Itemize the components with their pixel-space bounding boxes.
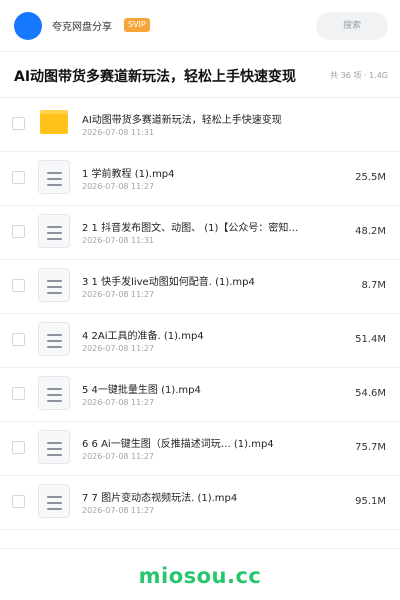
folder-icon — [40, 110, 68, 134]
row-checkbox[interactable] — [12, 333, 25, 346]
file-date: 2026-07-08 11:27 — [82, 290, 155, 299]
document-icon — [38, 268, 70, 302]
file-date: 2026-07-08 11:27 — [82, 344, 155, 353]
file-name[interactable]: AI动图带货多赛道新玩法，轻松上手快速变现 — [82, 111, 322, 126]
file-name[interactable]: 5 4一键批量生图 (1).mp4 — [82, 381, 322, 396]
file-size: 75.7M — [355, 442, 386, 453]
user-avatar[interactable] — [14, 12, 42, 40]
divider — [0, 548, 400, 549]
search-input[interactable]: 搜索 — [316, 12, 388, 40]
file-name[interactable]: 6 6 Ai一键生图（反推描述词玩… (1).mp4 — [82, 435, 322, 450]
row-checkbox[interactable] — [12, 279, 25, 292]
file-list: AI动图带货多赛道新玩法，轻松上手快速变现 2026-07-08 11:31 1 学… — [0, 98, 400, 530]
file-row[interactable]: 7 7 图片变动态视频玩法. (1).mp4 2026-07-08 11:27 95… — [0, 476, 400, 530]
file-row[interactable]: 6 6 Ai一键生图（反推描述词玩… (1).mp4 2026-07-08 11:… — [0, 422, 400, 476]
row-checkbox[interactable] — [12, 171, 25, 184]
folder-row[interactable]: AI动图带货多赛道新玩法，轻松上手快速变现 2026-07-08 11:31 — [0, 98, 400, 152]
file-size: 25.5M — [355, 172, 386, 183]
file-row[interactable]: 5 4一键批量生图 (1).mp4 2026-07-08 11:27 54.6M — [0, 368, 400, 422]
file-date: 2026-07-08 11:31 — [82, 236, 155, 245]
file-date: 2026-07-08 11:31 — [82, 128, 155, 137]
file-name[interactable]: 2 1 抖音发布图文、动图、 (1)【公众号：密知… — [82, 219, 322, 234]
document-icon — [38, 214, 70, 248]
file-size: 95.1M — [355, 496, 386, 507]
row-checkbox[interactable] — [12, 495, 25, 508]
folder-header: AI动图带货多赛道新玩法，轻松上手快速变现 共 36 项 · 1.4G — [0, 52, 400, 98]
document-icon — [38, 322, 70, 356]
file-name[interactable]: 4 2Ai工具的准备. (1).mp4 — [82, 327, 322, 342]
file-date: 2026-07-08 11:27 — [82, 452, 155, 461]
document-icon — [38, 430, 70, 464]
svip-badge: SVIP — [124, 18, 150, 32]
row-checkbox[interactable] — [12, 441, 25, 454]
watermark: miosou.cc — [138, 564, 262, 588]
file-row[interactable]: 2 1 抖音发布图文、动图、 (1)【公众号：密知… 2026-07-08 11:… — [0, 206, 400, 260]
row-checkbox[interactable] — [12, 387, 25, 400]
file-row[interactable]: 1 学前教程 (1).mp4 2026-07-08 11:27 25.5M — [0, 152, 400, 206]
document-icon — [38, 160, 70, 194]
top-bar: 夸克网盘分享 SVIP 搜索 — [0, 0, 400, 52]
file-size: 51.4M — [355, 334, 386, 345]
page-title: AI动图带货多赛道新玩法，轻松上手快速变现 — [14, 69, 297, 85]
file-row[interactable]: 4 2Ai工具的准备. (1).mp4 2026-07-08 11:27 51.4M — [0, 314, 400, 368]
document-icon — [38, 484, 70, 518]
file-size: 8.7M — [361, 280, 386, 291]
file-name[interactable]: 1 学前教程 (1).mp4 — [82, 165, 322, 180]
folder-meta: 共 36 项 · 1.4G — [330, 71, 388, 80]
file-date: 2026-07-08 11:27 — [82, 182, 155, 191]
file-size: 48.2M — [355, 226, 386, 237]
row-checkbox[interactable] — [12, 117, 25, 130]
file-name[interactable]: 7 7 图片变动态视频玩法. (1).mp4 — [82, 489, 322, 504]
file-row[interactable]: 3 1 快手发live动图如何配音. (1).mp4 2026-07-08 11:… — [0, 260, 400, 314]
file-date: 2026-07-08 11:27 — [82, 398, 155, 407]
app-name: 夸克网盘分享 — [52, 22, 112, 33]
file-name[interactable]: 3 1 快手发live动图如何配音. (1).mp4 — [82, 273, 322, 288]
file-date: 2026-07-08 11:27 — [82, 506, 155, 515]
row-checkbox[interactable] — [12, 225, 25, 238]
file-size: 54.6M — [355, 388, 386, 399]
document-icon — [38, 376, 70, 410]
